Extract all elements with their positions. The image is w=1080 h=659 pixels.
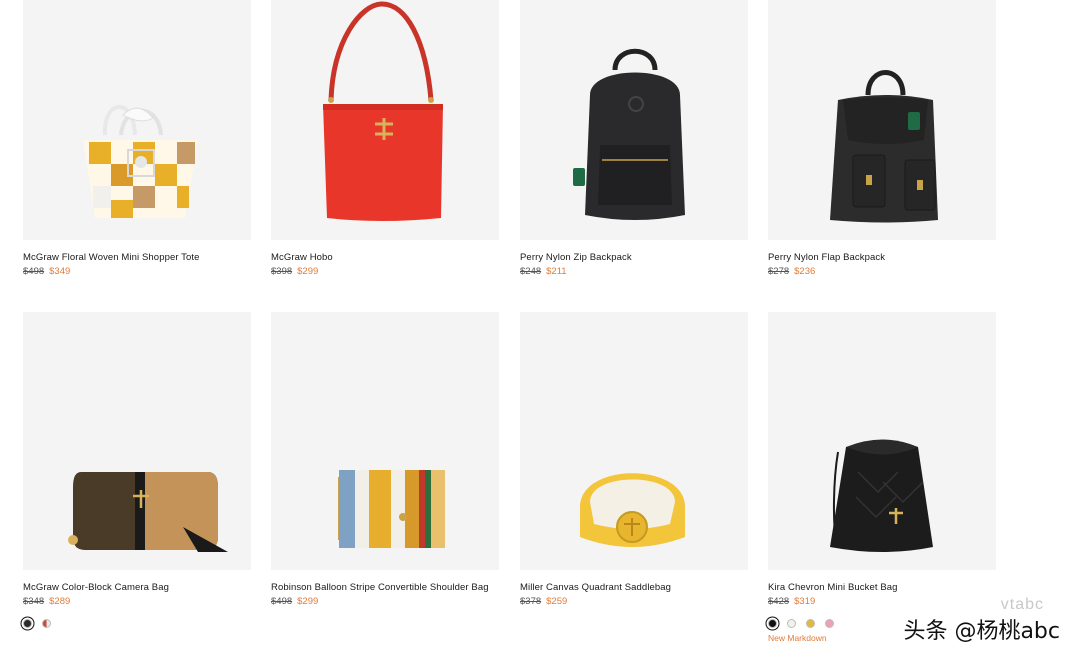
original-price: $348 — [23, 596, 45, 607]
product-image[interactable] — [520, 312, 748, 570]
zip-backpack-illustration — [573, 48, 685, 220]
saddlebag-illustration — [580, 473, 685, 547]
swatch-pink[interactable] — [825, 619, 834, 628]
product-name[interactable]: Perry Nylon Zip Backpack — [520, 252, 748, 263]
sale-price: $259 — [546, 596, 568, 607]
product-card[interactable]: Kira Chevron Mini Bucket Bag $428 $319 Ne… — [768, 312, 996, 643]
swatch-black[interactable] — [23, 619, 32, 628]
product-name[interactable]: McGraw Hobo — [271, 252, 499, 263]
product-card[interactable]: McGraw Hobo $398 $299 — [271, 0, 499, 277]
swatch-black[interactable] — [768, 619, 777, 628]
product-image[interactable] — [271, 312, 499, 570]
product-name[interactable]: Robinson Balloon Stripe Convertible Shou… — [271, 582, 499, 593]
product-prices: $498 $349 — [23, 266, 251, 277]
striped-shoulder-bag-illustration — [338, 470, 445, 548]
original-price: $498 — [271, 596, 293, 607]
sale-price: $236 — [794, 266, 816, 277]
sale-price: $319 — [794, 596, 816, 607]
product-prices: $278 $236 — [768, 266, 996, 277]
original-price: $428 — [768, 596, 790, 607]
swatch-multicolor[interactable] — [42, 619, 51, 628]
product-image[interactable] — [23, 312, 251, 570]
woven-tote-illustration — [83, 104, 198, 218]
original-price: $498 — [23, 266, 45, 277]
product-prices: $398 $299 — [271, 266, 499, 277]
swatch-yellow[interactable] — [806, 619, 815, 628]
original-price: $248 — [520, 266, 542, 277]
swatch-ivory[interactable] — [787, 619, 796, 628]
product-card[interactable]: McGraw Floral Woven Mini Shopper Tote $4… — [23, 0, 251, 277]
product-image[interactable] — [23, 0, 251, 240]
sale-price: $299 — [297, 596, 319, 607]
sale-price: $299 — [297, 266, 319, 277]
product-prices: $428 $319 — [768, 596, 996, 607]
product-name[interactable]: Miller Canvas Quadrant Saddlebag — [520, 582, 748, 593]
product-card[interactable]: Perry Nylon Zip Backpack $248 $211 — [520, 0, 748, 277]
flap-backpack-illustration — [830, 70, 938, 223]
product-image[interactable] — [520, 0, 748, 240]
camera-bag-illustration — [68, 472, 228, 552]
original-price: $278 — [768, 266, 790, 277]
product-card[interactable]: Robinson Balloon Stripe Convertible Shou… — [271, 312, 499, 607]
watermark-faint: vtabc — [1000, 596, 1044, 613]
product-name[interactable]: Kira Chevron Mini Bucket Bag — [768, 582, 996, 593]
product-prices: $378 $259 — [520, 596, 748, 607]
red-hobo-illustration — [323, 1, 443, 221]
sale-price: $289 — [49, 596, 71, 607]
product-prices: $248 $211 — [520, 266, 748, 277]
product-card[interactable]: Perry Nylon Flap Backpack $278 $236 — [768, 0, 996, 277]
product-image[interactable] — [768, 312, 996, 570]
sale-price: $349 — [49, 266, 71, 277]
product-prices: $498 $299 — [271, 596, 499, 607]
watermark: 头条 @杨桃abc — [903, 619, 1060, 644]
product-name[interactable]: Perry Nylon Flap Backpack — [768, 252, 996, 263]
product-name[interactable]: McGraw Color-Block Camera Bag — [23, 582, 251, 593]
product-prices: $348 $289 — [23, 596, 251, 607]
product-card[interactable]: McGraw Color-Block Camera Bag $348 $289 — [23, 312, 251, 628]
product-card[interactable]: Miller Canvas Quadrant Saddlebag $378 $25… — [520, 312, 748, 607]
sale-price: $211 — [546, 266, 567, 277]
color-swatches — [23, 619, 251, 628]
product-image[interactable] — [271, 0, 499, 240]
product-image[interactable] — [768, 0, 996, 240]
original-price: $398 — [271, 266, 293, 277]
original-price: $378 — [520, 596, 542, 607]
product-name[interactable]: McGraw Floral Woven Mini Shopper Tote — [23, 252, 251, 263]
bucket-bag-illustration — [830, 439, 933, 552]
